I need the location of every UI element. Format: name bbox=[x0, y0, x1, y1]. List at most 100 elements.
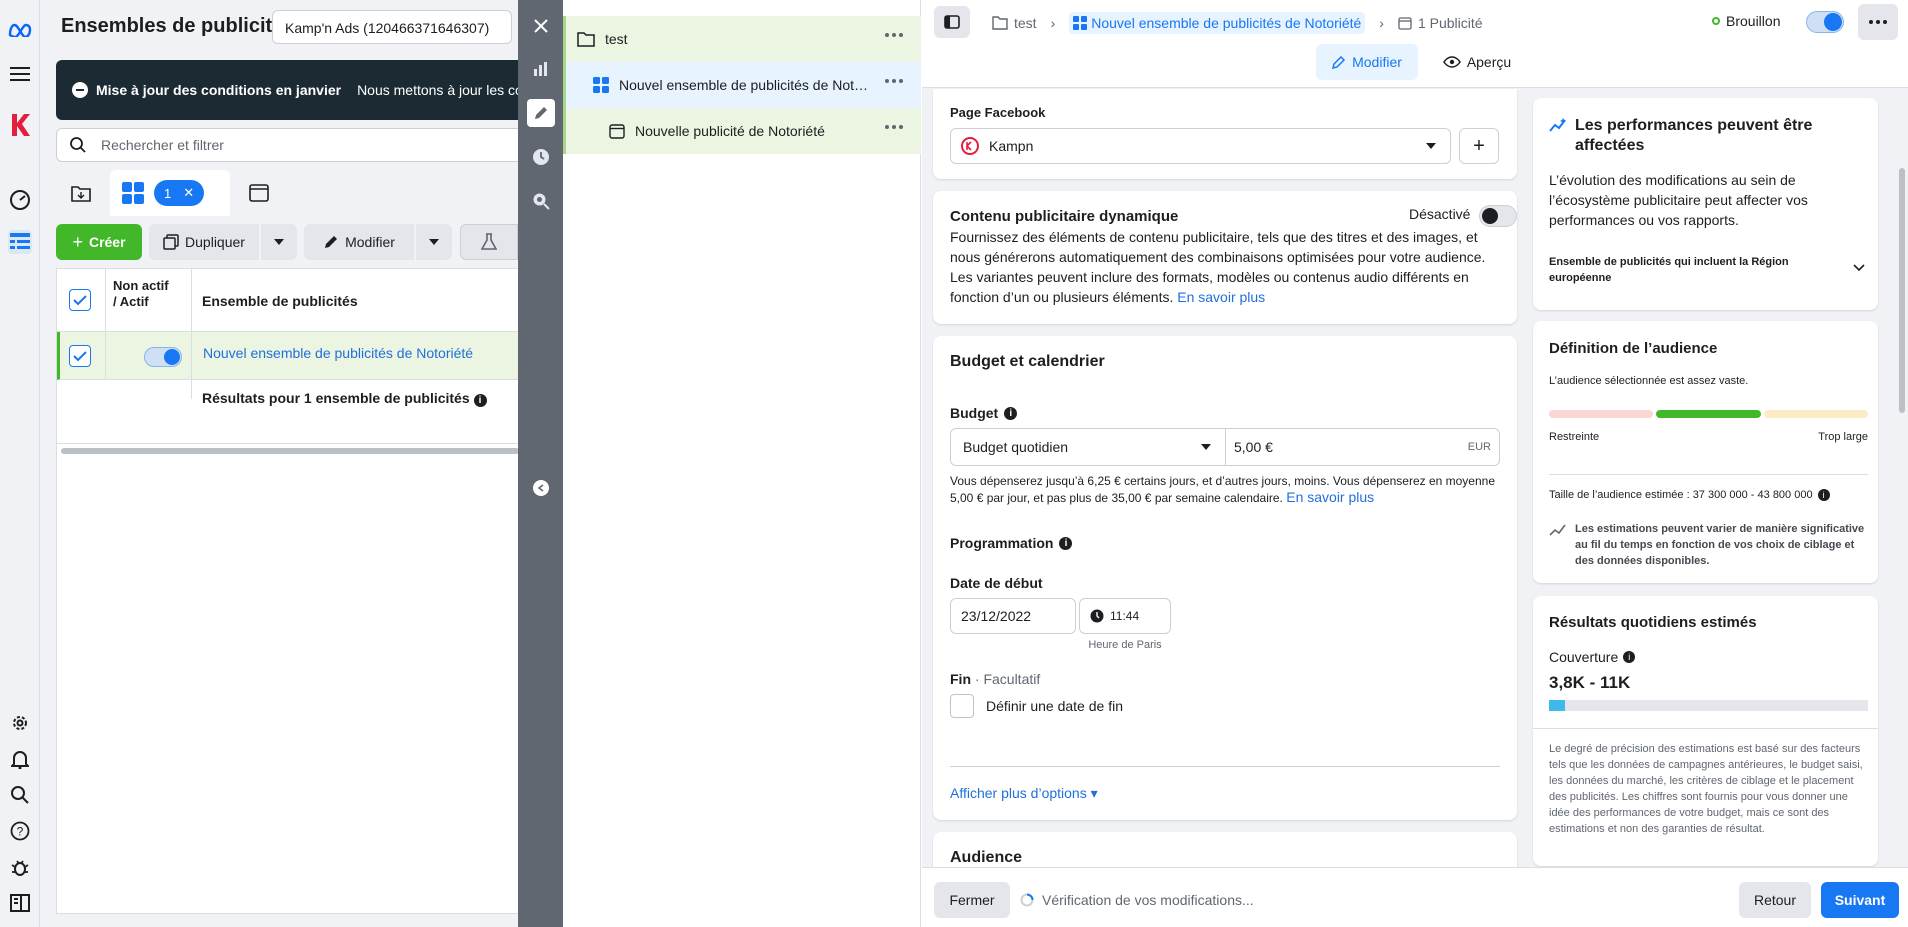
active-toggle[interactable] bbox=[144, 347, 182, 367]
edit-dropdown-button[interactable] bbox=[416, 224, 452, 260]
ab-test-button[interactable] bbox=[460, 224, 518, 260]
dashboard-icon[interactable] bbox=[8, 187, 32, 211]
collapse-chevron-icon[interactable] bbox=[527, 474, 555, 502]
next-button[interactable]: Suivant bbox=[1821, 882, 1899, 918]
reach-bar bbox=[1549, 700, 1868, 711]
duplicate-dropdown-button[interactable] bbox=[261, 224, 297, 260]
info-icon[interactable]: i bbox=[1004, 406, 1018, 420]
create-button[interactable]: + Créer bbox=[56, 224, 142, 260]
edit-button[interactable]: Modifier bbox=[304, 224, 414, 260]
manager-toolbar: + Créer Dupliquer Modifier bbox=[56, 224, 518, 260]
tab-adsets[interactable]: 1 ✕ bbox=[110, 170, 230, 216]
breadcrumb-adset[interactable]: Nouvel ensemble de publicités de Notorié… bbox=[1069, 12, 1366, 34]
tab-preview[interactable]: Aperçu bbox=[1432, 44, 1522, 80]
search-icon[interactable] bbox=[8, 783, 32, 807]
page-title: Ensembles de publicités bbox=[61, 15, 295, 37]
duplicate-button[interactable]: Dupliquer bbox=[149, 224, 259, 260]
more-options-link[interactable]: Afficher plus d’options ▾ bbox=[950, 785, 1098, 802]
info-icon[interactable]: i bbox=[1059, 536, 1073, 550]
chevron-down-icon bbox=[1426, 143, 1436, 149]
more-options-icon[interactable] bbox=[885, 79, 903, 83]
more-options-icon[interactable] bbox=[885, 33, 903, 37]
learn-more-link[interactable]: En savoir plus bbox=[1177, 289, 1265, 305]
budget-note: Vous dépenserez jusqu’à 6,25 € certains … bbox=[950, 474, 1495, 505]
publish-toggle[interactable] bbox=[1806, 11, 1844, 33]
chart-icon[interactable] bbox=[527, 55, 555, 83]
edit-pencil-icon[interactable] bbox=[527, 99, 555, 127]
info-icon[interactable]: i bbox=[473, 394, 487, 407]
settings-icon[interactable] bbox=[8, 711, 32, 735]
ads-manager-table-icon[interactable] bbox=[8, 230, 32, 254]
minus-circle-icon bbox=[72, 82, 88, 98]
plus-icon: + bbox=[1473, 134, 1485, 157]
audience-size: Taille de l’audience estimée : 37 300 00… bbox=[1549, 489, 1830, 501]
close-editor-icon[interactable] bbox=[527, 12, 555, 40]
clear-selection-icon[interactable]: ✕ bbox=[183, 185, 194, 201]
column-status-header[interactable]: Non actif / Actif bbox=[113, 278, 173, 310]
gauge-max-label: Trop large bbox=[1818, 431, 1868, 443]
perf-title-row: Les performances peuvent être affectées bbox=[1549, 116, 1865, 156]
bug-report-icon[interactable] bbox=[8, 855, 32, 879]
tree-item-campaign[interactable]: test bbox=[563, 16, 921, 62]
zoom-search-icon[interactable] bbox=[527, 187, 555, 215]
menu-icon[interactable] bbox=[8, 62, 32, 86]
learn-more-link[interactable]: En savoir plus bbox=[1286, 489, 1374, 505]
daily-results-title: Résultats quotidiens estimés bbox=[1549, 614, 1757, 631]
terms-update-banner[interactable]: Mise à jour des conditions en janvier No… bbox=[56, 60, 518, 120]
table-row[interactable]: Nouvel ensemble de publicités de Notorié… bbox=[57, 332, 519, 380]
info-icon[interactable]: i bbox=[1817, 489, 1830, 501]
chevron-down-icon[interactable] bbox=[1853, 264, 1865, 272]
info-icon[interactable]: i bbox=[1623, 651, 1636, 663]
breadcrumb-campaign[interactable]: test bbox=[1014, 15, 1037, 31]
dynamic-creative-description: Fournissez des éléments de contenu publi… bbox=[950, 229, 1486, 305]
start-date-input[interactable]: 23/12/2022 bbox=[950, 598, 1076, 634]
pencil-icon bbox=[1332, 55, 1346, 69]
performance-warning-card: Les performances peuvent être affectées … bbox=[1533, 98, 1878, 310]
row-checkbox[interactable] bbox=[69, 345, 91, 367]
close-button[interactable]: Fermer bbox=[934, 882, 1010, 918]
selected-count-chip[interactable]: 1 ✕ bbox=[154, 180, 205, 206]
meta-logo-icon[interactable] bbox=[8, 18, 32, 42]
tab-edit[interactable]: Modifier bbox=[1316, 44, 1418, 80]
more-menu-icon[interactable] bbox=[1858, 4, 1898, 40]
horizontal-scrollbar[interactable] bbox=[61, 448, 519, 454]
budget-amount-input[interactable]: 5,00 € EUR bbox=[1225, 428, 1500, 466]
kampn-account-logo[interactable] bbox=[8, 110, 32, 142]
tree-item-adset[interactable]: Nouvel ensemble de publicités de Not… bbox=[563, 62, 921, 108]
adset-name-link[interactable]: Nouvel ensemble de publicités de Notorié… bbox=[203, 345, 473, 361]
tab-ads[interactable] bbox=[234, 174, 284, 212]
timezone-label: Heure de Paris bbox=[1088, 639, 1162, 651]
breadcrumb-ad[interactable]: 1 Publicité bbox=[1418, 15, 1483, 31]
back-button[interactable]: Retour bbox=[1739, 882, 1811, 918]
banner-text: Nous mettons à jour les conditions bbox=[357, 82, 518, 98]
audience-definition-title: Définition de l’audience bbox=[1549, 340, 1718, 357]
budget-type-select[interactable]: Budget quotidien bbox=[950, 428, 1226, 466]
kampn-page-avatar bbox=[961, 137, 979, 155]
sidebar-toggle-icon[interactable] bbox=[8, 891, 32, 915]
more-options-icon[interactable] bbox=[885, 125, 903, 129]
tab-campaigns[interactable] bbox=[56, 174, 106, 212]
end-date-checkbox[interactable] bbox=[950, 694, 974, 718]
column-adset-header[interactable]: Ensemble de publicités bbox=[202, 293, 358, 309]
editor-scrollbar[interactable] bbox=[1896, 88, 1908, 867]
tree-item-ad[interactable]: Nouvelle publicité de Notoriété bbox=[563, 108, 921, 154]
start-time-input[interactable]: 11:44 bbox=[1079, 598, 1171, 634]
search-filter-input[interactable]: Rechercher et filtrer bbox=[56, 128, 518, 162]
history-clock-icon[interactable] bbox=[527, 143, 555, 171]
panel-toggle-icon[interactable] bbox=[934, 6, 970, 38]
adsets-table: Non actif / Actif Ensemble de publicités… bbox=[56, 268, 519, 914]
perf-item[interactable]: Ensemble de publicités qui incluent la R… bbox=[1549, 254, 1789, 286]
page-selector[interactable]: Kampn bbox=[950, 128, 1451, 164]
audience-section-title: Audience bbox=[950, 849, 1023, 866]
chevron-down-icon bbox=[1201, 444, 1211, 450]
facebook-page-card: Page Facebook Kampn + bbox=[933, 89, 1517, 179]
select-all-checkbox[interactable] bbox=[69, 289, 91, 311]
notifications-bell-icon[interactable] bbox=[8, 747, 32, 771]
help-icon[interactable]: ? bbox=[8, 819, 32, 843]
account-selector[interactable]: Kamp'n Ads (120466371646307) bbox=[272, 10, 512, 44]
end-date-option[interactable]: Définir une date de fin bbox=[950, 694, 1123, 718]
dynamic-creative-toggle[interactable] bbox=[1479, 205, 1517, 227]
chevron-down-icon bbox=[274, 239, 284, 245]
add-page-button[interactable]: + bbox=[1459, 128, 1499, 164]
schedule-label: Programmation i bbox=[950, 535, 1073, 551]
